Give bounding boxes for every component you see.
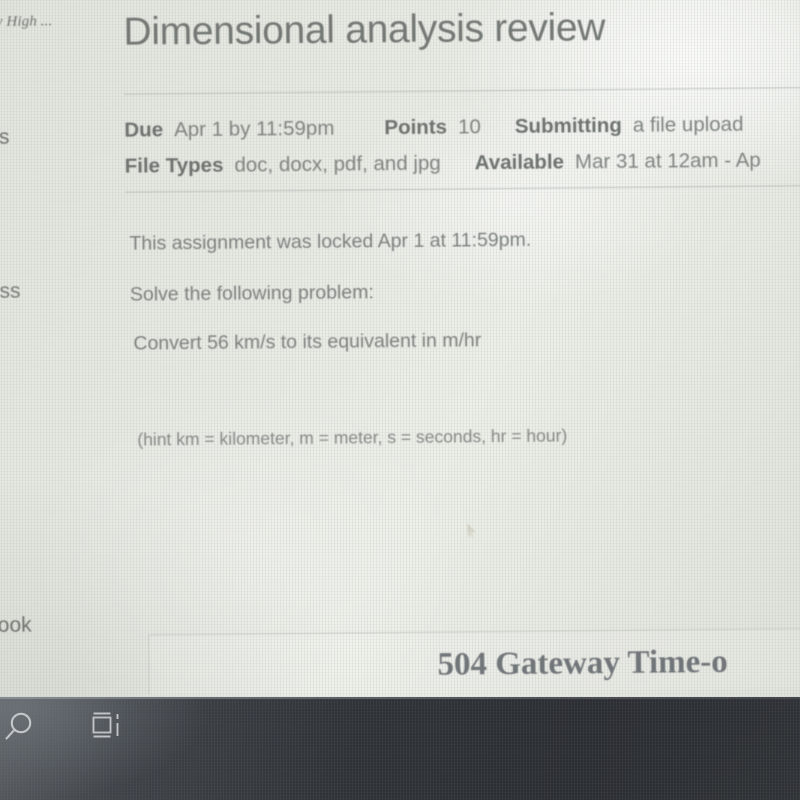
screen-photo: Ely High ... nts ress book Dimensional a… — [0, 0, 800, 800]
problem-prompt: Solve the following problem: — [129, 281, 374, 306]
mouse-cursor — [467, 523, 476, 538]
page-title: Dimensional analysis review — [123, 6, 606, 54]
points-value: 10 — [457, 115, 481, 139]
gateway-error-title: 504 Gateway Time-o — [437, 643, 728, 683]
assignment-meta-row-due: Due Apr 1 by 11:59pm Points 10 Submitting a f… — [124, 113, 743, 143]
divider-top — [124, 86, 800, 95]
submitting-value: a file upload — [632, 112, 744, 137]
problem-statement: Convert 56 km/s to its equivalent in m/h… — [133, 329, 482, 355]
locked-notice: This assignment was locked Apr 1 at 11:5… — [129, 228, 532, 255]
sidebar-item-course[interactable]: Ely High ... — [0, 13, 52, 31]
task-view-icon[interactable] — [88, 709, 128, 743]
assignment-meta-row-filetypes: File Types doc, docx, pdf, and jpg Availab… — [125, 149, 761, 179]
sidebar-item-progress[interactable]: ress — [0, 280, 21, 304]
available-value: Mar 31 at 12am - Ap — [574, 148, 761, 174]
taskbar-top-edge — [0, 697, 800, 699]
problem-hint: (hint km = kilometer, m = meter, s = sec… — [137, 425, 568, 450]
divider-bottom — [124, 184, 800, 193]
sidebar-item-gradebook[interactable]: book — [0, 614, 32, 638]
available-label: Available — [474, 150, 565, 175]
submitting-label: Submitting — [514, 113, 622, 138]
search-icon[interactable] — [2, 708, 46, 748]
sidebar-item-assignments[interactable]: nts — [0, 126, 10, 150]
due-value: Apr 1 by 11:59pm — [173, 116, 335, 142]
points-label: Points — [384, 115, 448, 140]
file-types-value: doc, docx, pdf, and jpg — [234, 151, 441, 177]
browser-page: Ely High ... nts ress book Dimensional a… — [0, 0, 800, 710]
gateway-error-panel: 504 Gateway Time-o — [148, 627, 800, 695]
file-types-label: File Types — [124, 153, 224, 178]
due-label: Due — [124, 118, 164, 142]
